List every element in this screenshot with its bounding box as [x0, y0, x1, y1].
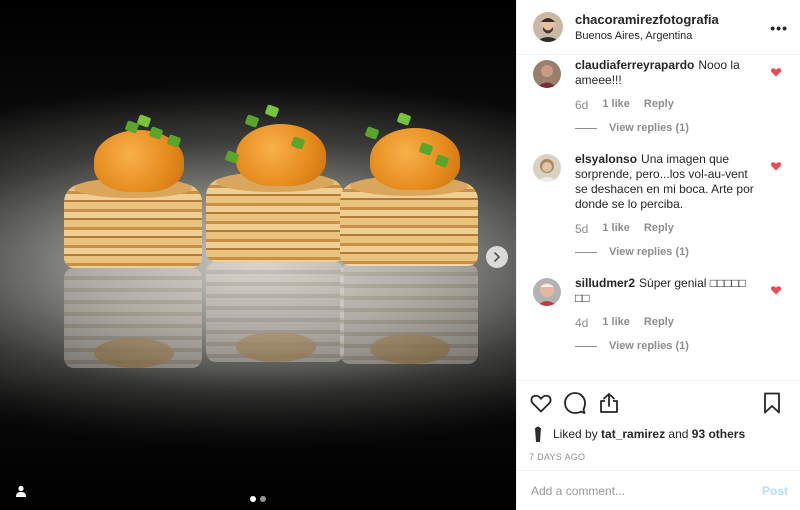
- share-icon[interactable]: [597, 391, 621, 415]
- post-header: chacoramirezfotografia Buenos Aires, Arg…: [517, 0, 800, 55]
- post-comment-button[interactable]: Post: [762, 484, 788, 498]
- comment-item: elsyalonso Una imagen que sorprende, pero…: [517, 152, 800, 258]
- post-timestamp[interactable]: 7 DAYS AGO: [529, 452, 788, 462]
- comment-likes[interactable]: 1 like: [602, 98, 630, 112]
- add-comment-bar: Post: [517, 470, 800, 510]
- chevron-right-icon: [494, 252, 501, 262]
- carousel-dot-2: [260, 496, 266, 502]
- comment-text: claudiaferreyrapardo Nooo la ameee!!!: [575, 58, 762, 88]
- comment-likes[interactable]: 1 like: [602, 316, 630, 330]
- comment-text: silludmer2 Súper genial □□□□□ □□: [575, 276, 762, 306]
- comment-likes[interactable]: 1 like: [602, 222, 630, 236]
- view-replies-label: View replies (1): [609, 246, 689, 258]
- view-replies-label: View replies (1): [609, 122, 689, 134]
- comment-author[interactable]: silludmer2: [575, 276, 635, 290]
- comment-icon[interactable]: [563, 391, 587, 415]
- photo-shadow-bottom: [0, 370, 516, 510]
- next-slide-button[interactable]: [486, 246, 508, 268]
- user-tag-icon[interactable]: [14, 484, 28, 498]
- comment-text: elsyalonso Una imagen que sorprende, pero…: [575, 152, 762, 212]
- pastry-reflection-middle: [206, 262, 344, 362]
- comment-heart-icon[interactable]: [770, 66, 782, 78]
- post-location[interactable]: Buenos Aires, Argentina: [575, 30, 719, 42]
- action-icons: [529, 389, 788, 417]
- post-actions: Liked by tat_ramirez and 93 others 7 DAY…: [517, 380, 800, 462]
- reply-button[interactable]: Reply: [644, 98, 674, 112]
- liked-by-others[interactable]: 93 others: [692, 427, 745, 441]
- liked-by-user[interactable]: tat_ramirez: [601, 427, 665, 441]
- commenter-avatar[interactable]: [533, 60, 561, 88]
- comment-author[interactable]: claudiaferreyrapardo: [575, 58, 694, 72]
- heart-outline-icon[interactable]: [529, 391, 553, 415]
- post-side-panel: chacoramirezfotografia Buenos Aires, Arg…: [516, 0, 800, 510]
- more-options-button[interactable]: •••: [770, 20, 788, 36]
- likes-summary: Liked by tat_ramirez and 93 others: [529, 425, 788, 443]
- view-replies-button[interactable]: View replies (1): [575, 340, 762, 352]
- comments-list[interactable]: claudiaferreyrapardo Nooo la ameee!!! 6d …: [517, 56, 800, 380]
- photo-shadow-top: [0, 0, 516, 120]
- commenter-avatar[interactable]: [533, 154, 561, 182]
- comment-heart-icon[interactable]: [770, 160, 782, 172]
- carousel-dot-1: [250, 496, 256, 502]
- comment-meta: 6d 1 like Reply: [575, 98, 762, 112]
- liker-avatar[interactable]: [529, 425, 547, 443]
- liked-by-connector: and: [668, 427, 689, 441]
- post-photo[interactable]: [0, 0, 516, 510]
- author-username[interactable]: chacoramirezfotografia: [575, 12, 719, 27]
- comment-heart-icon[interactable]: [770, 284, 782, 296]
- view-replies-label: View replies (1): [609, 340, 689, 352]
- view-replies-button[interactable]: View replies (1): [575, 246, 762, 258]
- comment-item: silludmer2 Súper genial □□□□□ □□ 4d 1 lik…: [517, 276, 800, 352]
- pastry-reflection-right: [340, 264, 478, 364]
- carousel-dots: [250, 496, 266, 502]
- add-comment-input[interactable]: [531, 483, 762, 498]
- bookmark-icon[interactable]: [760, 391, 784, 415]
- pastry-reflection-left: [64, 268, 202, 368]
- comment-meta: 5d 1 like Reply: [575, 222, 762, 236]
- view-replies-button[interactable]: View replies (1): [575, 122, 762, 134]
- commenter-avatar[interactable]: [533, 278, 561, 306]
- reply-button[interactable]: Reply: [644, 316, 674, 330]
- comment-age[interactable]: 4d: [575, 316, 588, 330]
- comment-item: claudiaferreyrapardo Nooo la ameee!!! 6d …: [517, 58, 800, 134]
- comment-author[interactable]: elsyalonso: [575, 152, 637, 166]
- comment-age[interactable]: 6d: [575, 98, 588, 112]
- liked-by-prefix: Liked by: [553, 427, 598, 441]
- reply-button[interactable]: Reply: [644, 222, 674, 236]
- comment-meta: 4d 1 like Reply: [575, 316, 762, 330]
- comment-age[interactable]: 5d: [575, 222, 588, 236]
- author-avatar[interactable]: [533, 12, 563, 42]
